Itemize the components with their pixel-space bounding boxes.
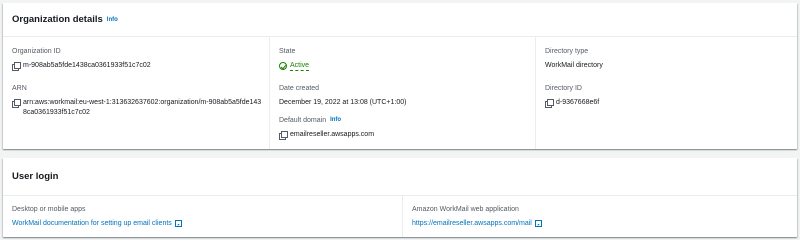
org-column-1: Organization ID m-908ab5a5fde1438ca03619… [3,37,269,149]
copy-icon[interactable] [545,99,554,108]
directory-id-field: Directory ID d-9367668e6f [545,84,600,108]
web-app-label: Amazon WorkMail web application [412,206,519,213]
default-domain-label-row: Default domain Info [279,116,374,125]
date-created-value: December 19, 2022 at 13:08 (UTC+1:00) [279,99,407,106]
date-created-field: Date created December 19, 2022 at 13:08 … [279,84,406,107]
arn-text: arn:aws:workmail:eu-west-1:313632637602:… [23,99,262,116]
copy-icon[interactable] [279,131,288,140]
date-created-label: Date created [279,85,320,92]
organization-id-field: Organization ID m-908ab5a5fde1438ca03619… [12,47,151,71]
organization-details-panel: Organization details Info Organization I… [3,3,797,149]
default-domain-label: Default domain [279,117,327,124]
directory-id-value: d-9367668e6f [545,98,600,108]
user-login-title: User login [12,171,59,182]
web-app-field: Amazon WorkMail web application https://… [412,205,542,228]
state-status-text[interactable]: Active [290,61,310,71]
desktop-apps-label: Desktop or mobile apps [12,206,86,213]
external-link-icon [534,220,542,227]
arn-label: ARN [12,85,27,92]
organization-details-title: Organization details [12,14,103,25]
desktop-apps-field: Desktop or mobile apps WorkMail document… [12,205,182,228]
workmail-docs-link-text[interactable]: WorkMail documentation for setting up em… [12,219,172,228]
directory-id-label: Directory ID [545,85,582,92]
default-domain-field: Default domain Info emailreseller.awsapp… [279,116,375,140]
copy-icon[interactable] [12,99,21,108]
directory-type-value: WorkMail directory [545,62,603,69]
login-column-2: Amazon WorkMail web application https://… [402,196,797,237]
user-login-header: User login [3,158,797,196]
default-domain-text: emailreseller.awsapps.com [290,131,375,138]
default-domain-value: emailreseller.awsapps.com [279,130,375,140]
workmail-docs-link[interactable]: WorkMail documentation for setting up em… [12,219,182,228]
organization-id-value: m-908ab5a5fde1438ca0361933f51c7c02 [12,61,151,71]
web-app-link-text[interactable]: https://emailreseller.awsapps.com/mail [412,219,532,228]
state-field: State Active [279,47,310,71]
directory-type-label: Directory type [545,48,589,55]
copy-icon[interactable] [12,62,21,71]
org-column-2: State Active Date created December 19, 2… [269,37,535,149]
directory-type-field: Directory type WorkMail directory [545,47,603,70]
directory-id-text: d-9367668e6f [556,99,600,106]
web-app-link[interactable]: https://emailreseller.awsapps.com/mail [412,219,542,228]
org-column-3: Directory type WorkMail directory Direct… [535,37,797,149]
arn-value: arn:aws:workmail:eu-west-1:313632637602:… [12,98,262,118]
success-check-icon [279,62,287,70]
organization-id-label: Organization ID [12,48,61,55]
organization-details-info-link[interactable]: Info [107,17,118,23]
state-value: Active [279,61,310,71]
login-column-1: Desktop or mobile apps WorkMail document… [3,196,402,237]
organization-id-text: m-908ab5a5fde1438ca0361933f51c7c02 [23,62,151,69]
external-link-icon [174,220,182,227]
user-login-panel: User login Desktop or mobile apps WorkMa… [3,158,797,237]
state-label: State [279,48,296,55]
arn-field: ARN arn:aws:workmail:eu-west-1:313632637… [12,84,262,118]
organization-details-header: Organization details Info [3,3,797,37]
default-domain-info-link[interactable]: Info [330,116,341,125]
